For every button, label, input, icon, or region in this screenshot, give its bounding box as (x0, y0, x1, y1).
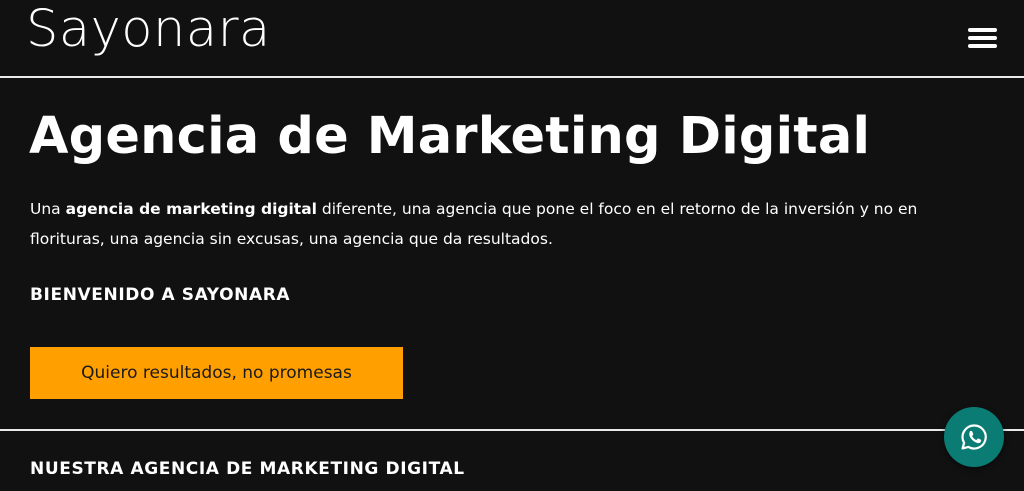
cta-button[interactable]: Quiero resultados, no promesas (30, 347, 403, 399)
welcome-heading: BIENVENIDO A SAYONARA (30, 285, 291, 305)
page-title: Agencia de Marketing Digital (29, 107, 871, 166)
site-header: Sayonara (0, 0, 1024, 77)
intro-prefix: Una (30, 200, 66, 218)
hero-intro-text: Una agencia de marketing digital diferen… (30, 194, 930, 254)
menu-bar (968, 28, 997, 32)
section-divider (0, 429, 1024, 431)
header-divider (0, 76, 1024, 78)
intro-bold-text: agencia de marketing digital (65, 200, 317, 218)
logo[interactable]: Sayonara (26, 1, 271, 58)
whatsapp-icon (961, 424, 987, 450)
menu-bar (968, 36, 997, 40)
menu-bar (968, 44, 997, 48)
hamburger-menu-icon[interactable] (965, 26, 1001, 52)
whatsapp-button[interactable] (944, 407, 1004, 467)
section-heading: NUESTRA AGENCIA DE MARKETING DIGITAL (30, 459, 465, 479)
